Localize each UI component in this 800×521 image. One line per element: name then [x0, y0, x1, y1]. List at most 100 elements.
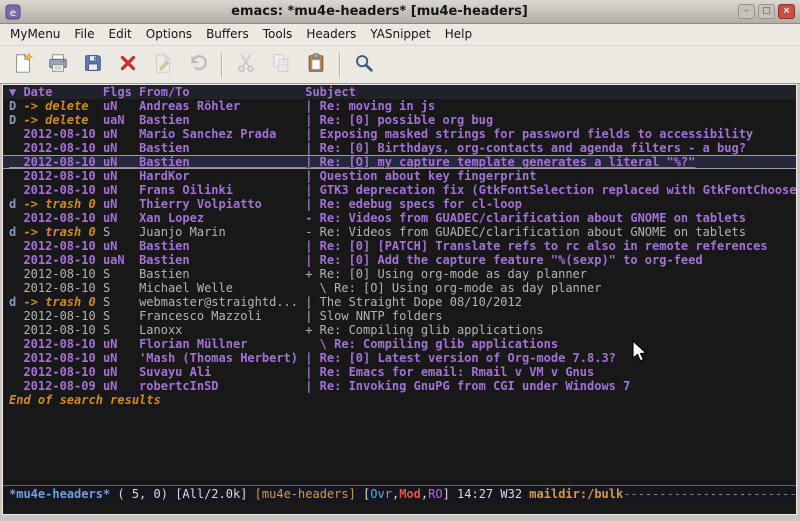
mode-line[interactable]: *mu4e-headers* ( 5, 0) [All/2.0k] [mu4e-… [3, 485, 796, 502]
modeline-segment: Mod [399, 487, 421, 501]
modeline-segment: ( 5, 0) [110, 487, 175, 501]
message-row[interactable]: d -> trash 0 uN Thierry Volpiatto | Re: … [3, 197, 796, 211]
message-from: Juanjo Marin [139, 225, 305, 239]
toolbar-close-buffer-button[interactable] [113, 50, 143, 80]
toolbar-paste-button[interactable] [301, 50, 331, 80]
message-subject: \ Re: [O] Using org-mode as day planner [305, 281, 601, 295]
toolbar-print-button[interactable] [43, 50, 73, 80]
message-row[interactable]: 2012-08-10 uaN Bastien | Re: [0] Add the… [3, 253, 796, 267]
menu-tools[interactable]: Tools [256, 25, 300, 44]
message-subject: | The Straight Dope 08/10/2012 [305, 295, 522, 309]
message-date: 2012-08-10 [23, 127, 102, 141]
message-flags: S [103, 323, 139, 337]
message-date: 2012-08-10 [23, 323, 102, 337]
message-flags: S [103, 309, 139, 323]
message-row[interactable]: 2012-08-10 uN Xan Lopez - Re: Videos fro… [3, 211, 796, 225]
message-row[interactable]: D -> delete uN Andreas Röhler | Re: movi… [3, 99, 796, 113]
message-subject: | Re: [0] possible org bug [305, 113, 493, 127]
modeline-segment: maildir:/bulk [529, 487, 623, 501]
message-row[interactable]: 2012-08-10 uN Suvayu Ali | Re: Emacs for… [3, 365, 796, 379]
message-date: 2012-08-10 [23, 141, 102, 155]
menu-buffers[interactable]: Buffers [199, 25, 256, 44]
message-from: Lanoxx [139, 323, 305, 337]
message-subject: | Exposing masked strings for password f… [305, 127, 753, 141]
message-flags: S [103, 267, 139, 281]
message-flags: uN [103, 211, 139, 225]
message-flags: uN [103, 141, 139, 155]
message-row[interactable]: 2012-08-10 uN Mario Sanchez Prada | Expo… [3, 127, 796, 141]
message-subject: | Re: [0] Add the capture feature "%(sex… [305, 253, 702, 267]
message-from: 'Mash (Thomas Herbert) [139, 351, 305, 365]
message-row[interactable]: d -> trash 0 S Juanjo Marin - Re: Videos… [3, 225, 796, 239]
message-mark [9, 281, 23, 295]
echo-area[interactable] [3, 502, 796, 514]
save-icon [82, 52, 104, 78]
message-from: webmaster@straightd... [139, 295, 305, 309]
toolbar-save-button[interactable] [78, 50, 108, 80]
message-flags: S [103, 225, 139, 239]
message-row[interactable]: d -> trash 0 S webmaster@straightd... | … [3, 295, 796, 309]
message-row[interactable]: 2012-08-10 S Francesco Mazzoli | Slow NN… [3, 309, 796, 323]
message-row[interactable]: 2012-08-10 S Lanoxx + Re: Compiling glib… [3, 323, 796, 337]
column-header-subject[interactable]: Subject [305, 85, 356, 99]
maximize-button[interactable]: □ [758, 4, 775, 19]
column-header-date[interactable]: ▼ Date [9, 85, 103, 99]
message-from: Bastien [139, 253, 305, 267]
message-row[interactable]: D -> delete uaN Bastien | Re: [0] possib… [3, 113, 796, 127]
menu-file[interactable]: File [67, 25, 101, 44]
message-subject: | Re: Invoking GnuPG from CGI under Wind… [305, 379, 630, 393]
message-mark [9, 337, 23, 351]
toolbar-new-file-button[interactable] [8, 50, 38, 80]
new-file-icon [12, 52, 34, 78]
message-flags: uN [103, 351, 139, 365]
message-from: Mario Sanchez Prada [139, 127, 305, 141]
message-date: 2012-08-10 [23, 267, 102, 281]
message-from: Bastien [139, 113, 305, 127]
toolbar-separator [221, 53, 223, 77]
modeline-segment: RO [428, 487, 442, 501]
column-header-flags[interactable]: Flgs [103, 85, 139, 99]
message-row[interactable]: 2012-08-10 uN HardKor | Question about k… [3, 169, 796, 183]
column-header-from[interactable]: From/To [139, 85, 305, 99]
message-row[interactable]: 2012-08-10 uN Frans Oilinki | GTK3 depre… [3, 183, 796, 197]
toolbar-search-button[interactable] [349, 50, 379, 80]
menu-edit[interactable]: Edit [102, 25, 139, 44]
message-subject: | Re: [0] Birthdays, org-contacts and ag… [305, 141, 746, 155]
minimize-button[interactable]: – [738, 4, 755, 19]
message-row[interactable]: 2012-08-10 uN Bastien | Re: [O] my captu… [3, 155, 796, 169]
message-subject: | Re: [O] my capture template generates … [305, 155, 695, 169]
message-subject: - Re: Videos from GUADEC/clarification a… [305, 225, 746, 239]
message-date: 2012-08-10 [23, 169, 102, 183]
message-row[interactable]: 2012-08-10 uN Florian Müllner \ Re: Comp… [3, 337, 796, 351]
message-row[interactable]: 2012-08-09 uN robertcInSD | Re: Invoking… [3, 379, 796, 393]
menu-options[interactable]: Options [139, 25, 199, 44]
close-button[interactable]: × [778, 4, 795, 19]
message-flags: uN [103, 183, 139, 197]
message-flags: uN [103, 127, 139, 141]
window-title: emacs: *mu4e-headers* [mu4e-headers] [25, 4, 734, 19]
modeline-segment: [All/2.0k] [175, 487, 254, 501]
message-flags: S [103, 295, 139, 309]
message-from: robertcInSD [139, 379, 305, 393]
message-subject: + Re: [0] Using org-mode as day planner [305, 267, 587, 281]
message-row[interactable]: 2012-08-10 S Michael Welle \ Re: [O] Usi… [3, 281, 796, 295]
message-row[interactable]: 2012-08-10 uN Bastien | Re: [0] Birthday… [3, 141, 796, 155]
message-mark [9, 379, 23, 393]
message-row[interactable]: 2012-08-10 uN 'Mash (Thomas Herbert) | R… [3, 351, 796, 365]
menu-headers[interactable]: Headers [299, 25, 363, 44]
menu-help[interactable]: Help [438, 25, 479, 44]
modeline-segment: [mu4e-headers] [255, 487, 363, 501]
message-mark [9, 211, 23, 225]
message-from: Frans Oilinki [139, 183, 305, 197]
message-row[interactable]: 2012-08-10 uN Bastien | Re: [0] [PATCH] … [3, 239, 796, 253]
message-subject: | Re: edebug specs for cl-loop [305, 197, 522, 211]
menu-yasnippet[interactable]: YASnippet [363, 25, 438, 44]
message-mark: D [9, 99, 23, 113]
message-subject: | GTK3 deprecation fix (GtkFontSelection… [305, 183, 797, 197]
end-of-results: End of search results [3, 393, 796, 407]
search-icon [353, 52, 375, 78]
message-row[interactable]: 2012-08-10 S Bastien + Re: [0] Using org… [3, 267, 796, 281]
menu-mymenu[interactable]: MyMenu [3, 25, 67, 44]
message-from: Bastien [139, 141, 305, 155]
message-date: 2012-08-10 [23, 253, 102, 267]
